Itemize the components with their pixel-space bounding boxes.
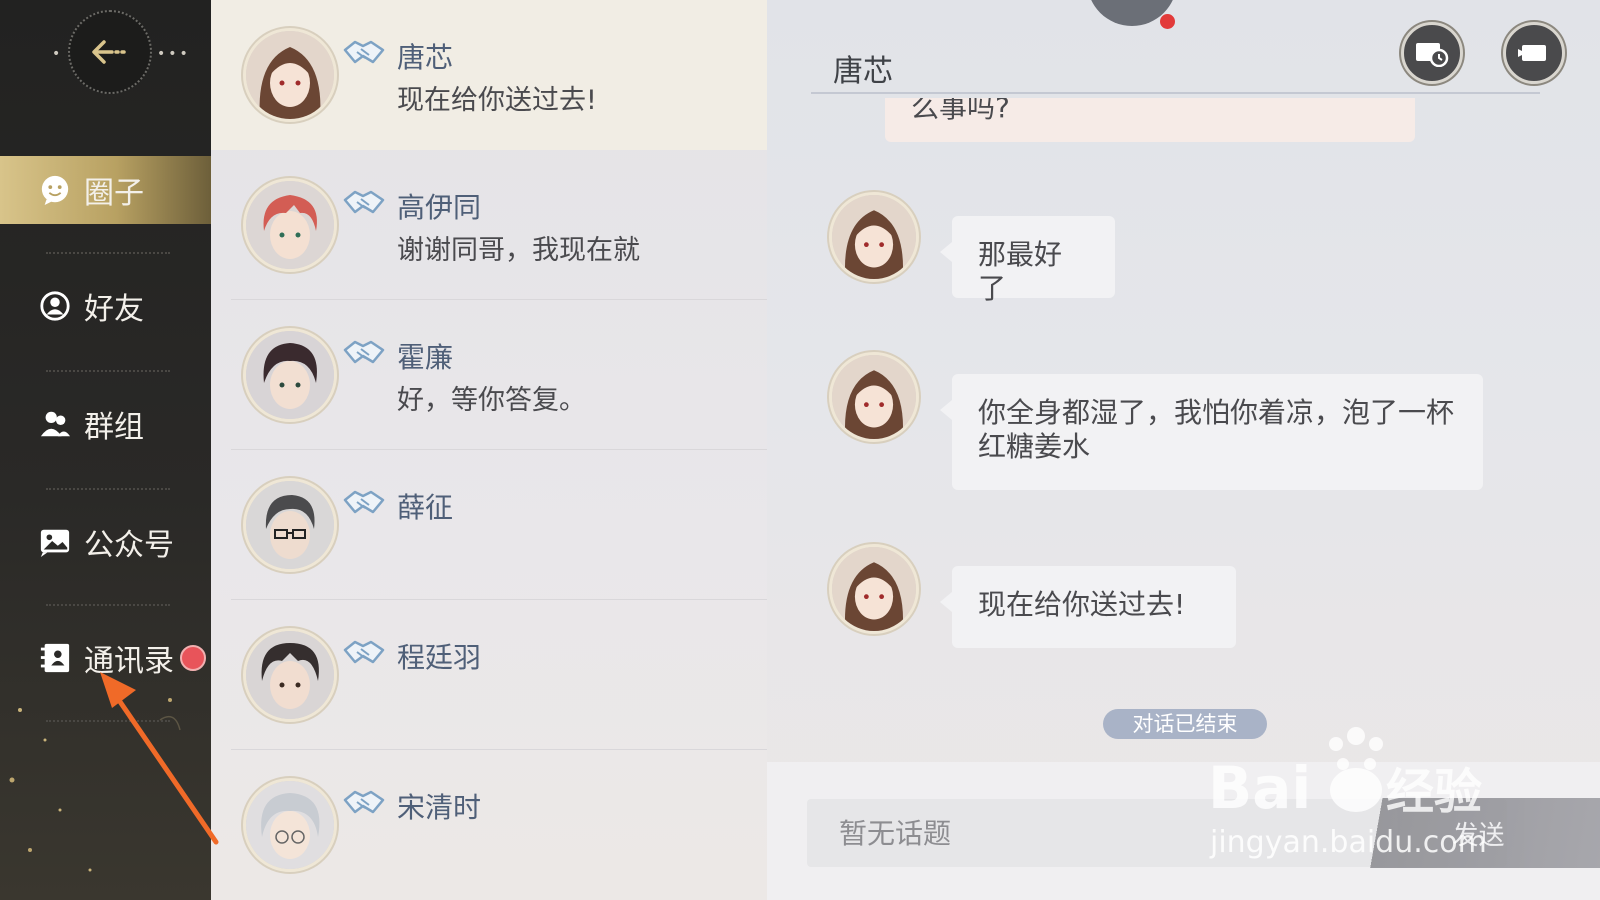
avatar: [243, 478, 337, 572]
sidebar-item-label: 好友: [84, 292, 144, 327]
contact-last-message: 现在给你送过去!: [397, 85, 597, 116]
contacts-book-icon: [38, 641, 72, 675]
contact-item-songqingshi[interactable]: 宋清时: [211, 750, 767, 900]
contact-name: 霍廉: [397, 341, 454, 374]
contact-name: 程廷羽: [397, 641, 482, 674]
divider: [46, 720, 170, 722]
back-button[interactable]: [68, 10, 152, 94]
message-text: 那最好了: [978, 238, 1063, 305]
divider: [46, 604, 170, 606]
sidebar-item-groups[interactable]: 群组: [0, 390, 211, 458]
sidebar-item-label: 通讯录: [84, 644, 174, 679]
decorative-dots: •••: [157, 46, 191, 62]
decorative-dots: •: [52, 46, 64, 62]
contact-item-gaoyitong[interactable]: 高伊同 谢谢同哥，我现在就: [211, 150, 767, 300]
handshake-icon: [343, 640, 385, 664]
conversation-ended-label: 对话已结束: [1103, 709, 1267, 739]
chat-history-icon: [1416, 43, 1449, 67]
contact-last-message: 好，等你答复。: [397, 385, 586, 416]
group-icon: [38, 407, 72, 441]
avatar: [243, 328, 337, 422]
contact-last-message: 谢谢同哥，我现在就: [397, 235, 640, 266]
sidebar-item-circle[interactable]: 圈子: [0, 156, 211, 224]
contact-name: 薛征: [397, 491, 454, 524]
contact-item-chengtingyu[interactable]: 程廷羽: [211, 600, 767, 750]
handshake-icon: [343, 790, 385, 814]
message-bubble-partial: 么事吗?: [885, 98, 1415, 142]
message-text: 现在给你送过去!: [978, 588, 1186, 621]
chat-panel: 唐芯 么事吗? 那最好了 你全身都湿了，我怕你着凉，泡了一杯红糖姜水 现在给你送…: [767, 0, 1600, 900]
avatar: [243, 628, 337, 722]
sidebar: • ••• 圈子 好友 群组 公众号 通讯录: [0, 0, 211, 900]
friend-icon: [38, 289, 72, 323]
contact-item-tangxin[interactable]: 唐芯 现在给你送过去!: [211, 0, 767, 150]
notification-dot: [1160, 14, 1175, 29]
message-text: 你全身都湿了，我怕你着凉，泡了一杯红糖姜水: [978, 396, 1455, 463]
chat-history-button[interactable]: [1401, 22, 1463, 84]
handshake-icon: [343, 340, 385, 364]
avatar: [243, 28, 337, 122]
video-camera-icon: [1518, 45, 1546, 61]
contact-list: 唐芯 现在给你送过去! 高伊同 谢谢同哥，我现在就 霍廉 好，等你答复。 薛征: [211, 0, 767, 900]
chat-title: 唐芯: [833, 54, 893, 89]
chat-avatar[interactable]: [829, 192, 919, 282]
handshake-icon: [343, 190, 385, 214]
contact-item-xuezheng[interactable]: 薛征: [211, 450, 767, 600]
contact-name: 高伊同: [397, 191, 482, 224]
avatar: [243, 778, 337, 872]
watermark-url: jingyan.baidu.com: [1210, 825, 1487, 860]
sidebar-item-label: 圈子: [84, 176, 144, 211]
message-bubble: 你全身都湿了，我怕你着凉，泡了一杯红糖姜水: [940, 374, 1483, 490]
avatar: [243, 178, 337, 272]
contact-item-huolian[interactable]: 霍廉 好，等你答复。: [211, 300, 767, 450]
divider: [46, 370, 170, 372]
contact-name: 唐芯: [397, 41, 454, 74]
sidebar-item-label: 群组: [84, 410, 144, 445]
official-account-icon: [38, 525, 72, 559]
divider: [811, 92, 1540, 94]
chat-avatar[interactable]: [829, 352, 919, 442]
divider: [46, 252, 170, 254]
handshake-icon: [343, 40, 385, 64]
sidebar-item-official-accounts[interactable]: 公众号: [0, 508, 211, 576]
arrow-left-icon: [92, 40, 126, 64]
chat-avatar[interactable]: [829, 544, 919, 634]
chat-bubble-icon: [38, 173, 72, 207]
divider: [46, 488, 170, 490]
contact-name: 宋清时: [397, 791, 482, 824]
decorative-sparkles: [9, 698, 181, 872]
message-bubble: 那最好了: [940, 216, 1115, 305]
sidebar-item-contacts[interactable]: 通讯录: [0, 624, 211, 692]
message-bubble: 现在给你送过去!: [940, 566, 1236, 648]
message-text: 么事吗?: [911, 98, 1010, 124]
handshake-icon: [343, 490, 385, 514]
sidebar-item-label: 公众号: [84, 528, 174, 563]
sidebar-item-friends[interactable]: 好友: [0, 272, 211, 340]
video-call-button[interactable]: [1503, 22, 1565, 84]
notification-badge: [180, 645, 206, 671]
